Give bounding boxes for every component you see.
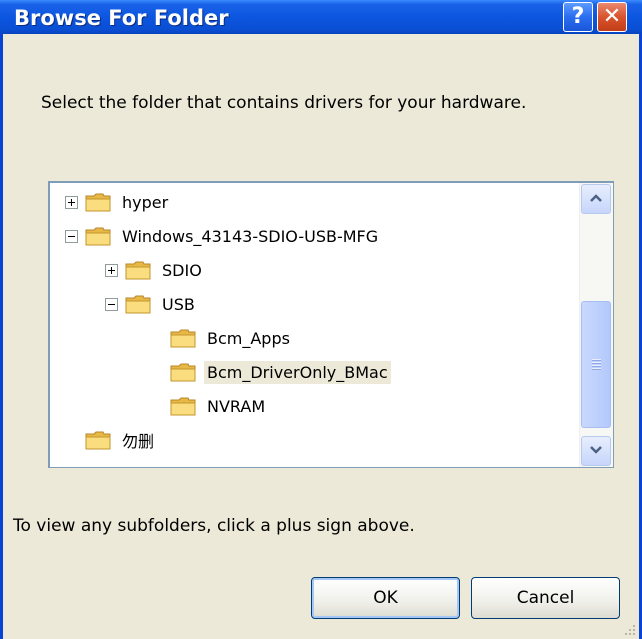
scroll-thumb[interactable] — [581, 301, 611, 428]
tree-item-label: Windows_43143-SDIO-USB-MFG — [122, 226, 379, 246]
title-bar[interactable]: Browse For Folder ? ✕ — [0, 0, 642, 34]
tree-item[interactable]: SDIO — [105, 253, 205, 287]
tree-item[interactable]: 勿删 — [85, 423, 157, 457]
tree-item-label: SDIO — [162, 260, 202, 280]
folder-icon — [125, 294, 152, 314]
close-button[interactable]: ✕ — [597, 2, 627, 32]
collapse-minus-icon[interactable] — [105, 297, 118, 311]
collapse-minus-icon[interactable] — [65, 229, 78, 243]
scroll-up-button[interactable] — [581, 184, 611, 214]
dialog-title: Browse For Folder — [14, 6, 229, 30]
close-icon: ✕ — [602, 4, 622, 29]
instruction-text: Select the folder that contains drivers … — [41, 93, 527, 113]
tree-item-label: NVRAM — [207, 396, 266, 416]
folder-icon — [125, 260, 152, 280]
tree-item-label: Bcm_DriverOnly_BMac — [204, 360, 391, 384]
vertical-scrollbar[interactable] — [579, 183, 613, 467]
tree-item[interactable]: USB — [105, 287, 198, 321]
chevron-up-icon — [590, 194, 602, 202]
folder-icon — [85, 226, 112, 246]
help-icon: ? — [571, 4, 585, 29]
help-button[interactable]: ? — [563, 2, 593, 32]
chevron-down-icon — [590, 446, 602, 454]
tree-item-selected[interactable]: Bcm_DriverOnly_BMac — [170, 355, 391, 389]
grip-icon — [592, 359, 601, 371]
tree-item[interactable]: NVRAM — [170, 389, 268, 423]
scroll-down-button[interactable] — [581, 436, 611, 466]
browse-for-folder-dialog: Browse For Folder ? ✕ Select the folder … — [0, 0, 642, 639]
tree-item[interactable]: Windows_43143-SDIO-USB-MFG — [65, 219, 381, 253]
folder-icon — [85, 430, 112, 450]
folder-icon — [85, 192, 112, 212]
tree-item-label: Bcm_Apps — [207, 328, 290, 348]
tree-item-label: hyper — [122, 192, 169, 212]
ok-button[interactable]: OK — [311, 577, 460, 619]
tree-item-label: 勿删 — [122, 432, 155, 451]
folder-tree[interactable]: hyper Windows_43143-SDIO-USB-MFG SDIO US… — [48, 181, 614, 468]
hint-text: To view any subfolders, click a plus sig… — [13, 516, 415, 536]
expand-plus-icon[interactable] — [105, 263, 118, 277]
tree-item[interactable]: Bcm_Apps — [170, 321, 293, 355]
folder-icon — [170, 396, 197, 416]
folder-icon — [170, 328, 197, 348]
expand-plus-icon[interactable] — [65, 195, 78, 209]
resize-grip-icon[interactable] — [621, 621, 637, 637]
tree-item[interactable]: hyper — [65, 185, 171, 219]
tree-item-label: USB — [162, 294, 195, 314]
cancel-button[interactable]: Cancel — [471, 577, 620, 619]
folder-icon — [170, 362, 197, 382]
